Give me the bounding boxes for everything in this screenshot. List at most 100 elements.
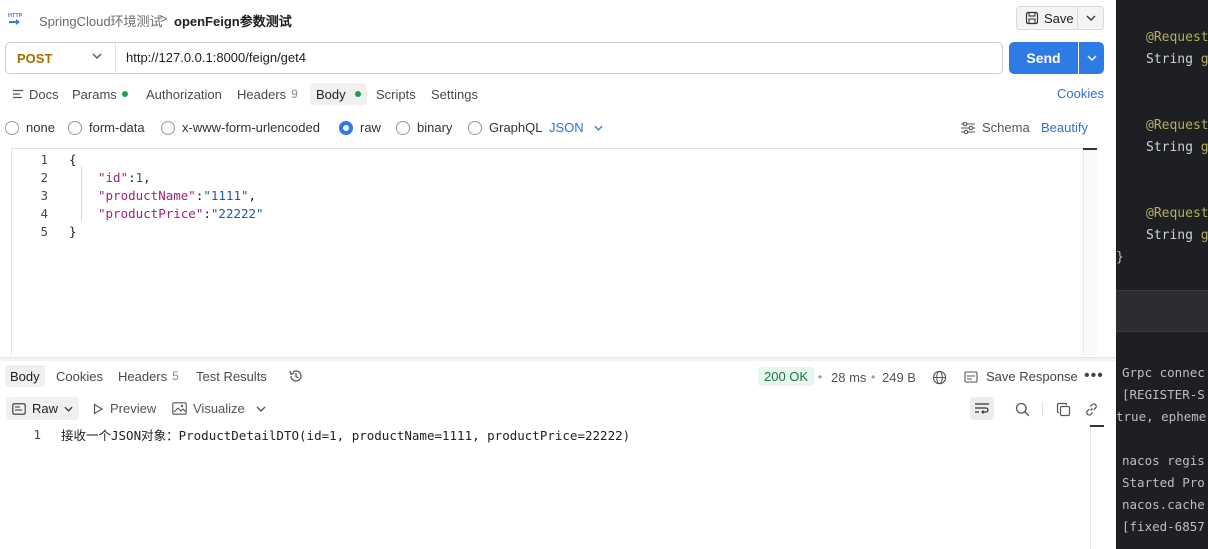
- ide-code-line: String g: [1146, 228, 1208, 243]
- method-label: POST: [17, 50, 53, 66]
- url-input[interactable]: [126, 50, 986, 65]
- tab-docs-label: Docs: [29, 86, 59, 102]
- play-icon: [93, 402, 104, 415]
- response-format-select[interactable]: Raw: [6, 397, 80, 420]
- svg-text:HTTP: HTTP: [8, 13, 23, 19]
- method-select[interactable]: POST: [6, 43, 116, 73]
- radio-graphql[interactable]: GraphQL: [468, 120, 542, 135]
- language-select[interactable]: JSON: [549, 120, 603, 135]
- search-button[interactable]: [1013, 400, 1031, 418]
- postman-panel: HTTP SpringCloud环境测试 > openFeign参数测试 Sav…: [0, 0, 1116, 549]
- send-button[interactable]: Send: [1009, 42, 1078, 74]
- code-text: "productPrice":"22222": [98, 206, 264, 221]
- radio-binary[interactable]: binary: [396, 120, 452, 135]
- tab-headers[interactable]: Headers 9: [233, 83, 302, 105]
- chevron-down-icon: [1087, 55, 1096, 61]
- tab-docs[interactable]: Docs: [8, 83, 63, 105]
- wrap-lines-button[interactable]: [970, 397, 994, 420]
- tab-scripts[interactable]: Scripts: [372, 83, 420, 105]
- meta-separator: •: [871, 370, 876, 384]
- ide-code-editor[interactable]: @Request String g @Request String g @Req…: [1116, 0, 1208, 290]
- console-line: Grpc connec: [1122, 365, 1205, 380]
- json-comma: ,: [248, 187, 257, 203]
- resp-tab-headers-label: Headers: [118, 368, 168, 384]
- resp-headers-count: 5: [172, 369, 179, 383]
- history-icon: [289, 370, 302, 382]
- radio-circle: [468, 120, 482, 135]
- request-name[interactable]: openFeign参数测试: [174, 11, 292, 30]
- cookies-link[interactable]: Cookies: [1057, 86, 1104, 101]
- tab-headers-label: Headers: [237, 86, 287, 102]
- tab-settings-label: Settings: [431, 86, 478, 102]
- json-key: "productPrice": [98, 205, 204, 221]
- schema-button[interactable]: Schema: [960, 120, 1030, 135]
- history-button[interactable]: [284, 365, 308, 387]
- ide-tool-window-header: [1116, 290, 1208, 332]
- save-response-button[interactable]: Save Response: [964, 369, 1078, 384]
- json-key: "productName": [98, 187, 196, 203]
- chevron-down-icon: [594, 125, 603, 131]
- visualize-button[interactable]: Visualize: [172, 401, 245, 416]
- response-scrollbar[interactable]: [1090, 427, 1104, 549]
- response-time[interactable]: 28 ms: [831, 370, 866, 385]
- tab-authorization-label: Authorization: [146, 86, 222, 102]
- resp-tab-test-results-label: Test Results: [196, 368, 267, 384]
- save-options-button[interactable]: [1078, 6, 1104, 30]
- editor-scrollbar[interactable]: [1083, 150, 1097, 355]
- pane-splitter[interactable]: [0, 357, 1116, 361]
- resp-tab-cookies[interactable]: Cookies: [52, 365, 107, 387]
- status-badge[interactable]: 200 OK: [758, 367, 815, 386]
- code-text: "id":1,: [98, 170, 151, 185]
- type-keyword: String: [1146, 52, 1201, 67]
- json-value: "1111": [203, 187, 249, 203]
- params-indicator-dot: [121, 91, 128, 97]
- request-title-bar: HTTP SpringCloud环境测试 > openFeign参数测试 Sav…: [0, 0, 1116, 36]
- beautify-link[interactable]: Beautify: [1041, 120, 1088, 135]
- tab-authorization[interactable]: Authorization: [142, 83, 226, 105]
- raw-format-icon: [12, 402, 26, 415]
- toolbar-divider: [1042, 402, 1043, 416]
- more-options-icon[interactable]: •••: [1084, 367, 1104, 385]
- save-response-label: Save Response: [986, 369, 1078, 384]
- radio-none[interactable]: none: [5, 120, 55, 135]
- tab-settings[interactable]: Settings: [427, 83, 482, 105]
- save-button[interactable]: Save: [1016, 6, 1078, 30]
- radio-urlencoded[interactable]: x-www-form-urlencoded: [161, 120, 320, 135]
- tab-body[interactable]: Body: [310, 83, 367, 105]
- line-number: 1: [40, 151, 48, 167]
- chevron-down-icon[interactable]: [256, 406, 266, 412]
- radio-form-data-label: form-data: [89, 120, 145, 135]
- type-keyword: String: [1146, 140, 1201, 155]
- resp-tab-test-results[interactable]: Test Results: [192, 365, 271, 387]
- ide-code-line: @Request: [1146, 206, 1208, 221]
- response-body-viewer[interactable]: 1 接收一个JSON对象：ProductDetailDTO(id=1, prod…: [0, 425, 1090, 549]
- line-number: 2: [40, 169, 48, 185]
- request-body-editor[interactable]: 1 { 2 "id":1, 3 "productName":"1111", 4 …: [11, 148, 1097, 355]
- tab-params[interactable]: Params: [68, 83, 132, 105]
- radio-none-label: none: [26, 120, 55, 135]
- response-size[interactable]: 249 B: [882, 370, 916, 385]
- request-tabs: Docs Params Authorization Headers 9 Body…: [0, 83, 1116, 107]
- resp-tab-headers[interactable]: Headers 5: [114, 365, 183, 387]
- line-number: 4: [40, 205, 48, 221]
- ide-code-line: String g: [1146, 140, 1208, 155]
- breadcrumb-collection[interactable]: SpringCloud环境测试: [39, 11, 163, 30]
- json-colon: :: [128, 169, 136, 185]
- radio-raw-label: raw: [360, 120, 381, 135]
- preview-button[interactable]: Preview: [92, 401, 156, 416]
- chevron-down-icon: [64, 406, 73, 412]
- link-button[interactable]: [1082, 400, 1100, 418]
- chevron-down-icon: [1086, 15, 1095, 21]
- ide-console[interactable]: Grpc connec [REGISTER-S true, epheme nac…: [1116, 333, 1208, 549]
- radio-form-data[interactable]: form-data: [68, 120, 145, 135]
- radio-circle: [68, 120, 82, 135]
- response-tabs: Body Cookies Headers 5 Test Results 200 …: [0, 365, 1116, 389]
- radio-raw[interactable]: raw: [339, 120, 381, 135]
- copy-button[interactable]: [1054, 400, 1072, 418]
- wrap-lines-icon: [975, 402, 989, 414]
- resp-tab-body[interactable]: Body: [5, 365, 45, 387]
- globe-icon[interactable]: [932, 370, 947, 385]
- resp-tab-cookies-label: Cookies: [56, 368, 103, 384]
- ide-close-brace: }: [1116, 250, 1124, 265]
- send-options-button[interactable]: [1079, 42, 1104, 74]
